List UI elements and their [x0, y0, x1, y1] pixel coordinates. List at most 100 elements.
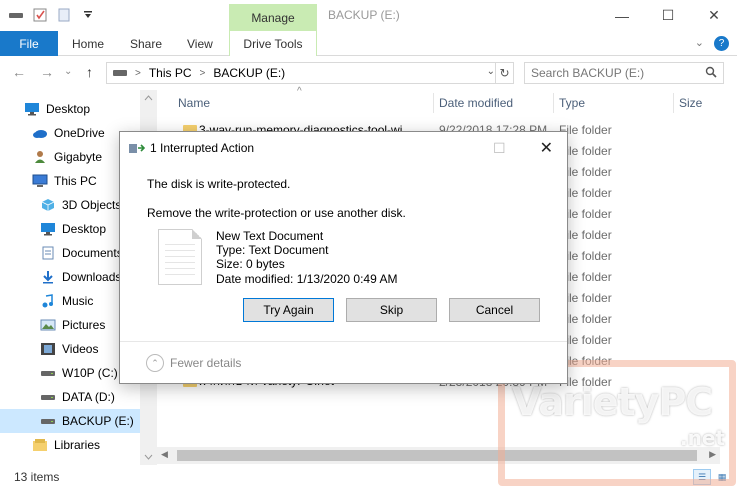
fewer-details-label: Fewer details [170, 356, 242, 370]
dialog-message: The disk is write-protected. [147, 177, 291, 191]
file-name: New Text Document [216, 229, 324, 243]
properties-quick-icon[interactable] [32, 7, 48, 23]
video-icon [40, 342, 56, 356]
ribbon-collapse-icon[interactable]: ⌄ [695, 36, 704, 51]
sidebar-item-label: W10P (C:) [62, 366, 118, 380]
document-icon [40, 246, 56, 260]
title-bar: Manage BACKUP (E:) — ☐ ✕ [0, 0, 737, 31]
sidebar-item[interactable]: DATA (D:) [0, 385, 140, 409]
sidebar-item[interactable]: Desktop [0, 97, 140, 121]
drive-quick-icon[interactable] [8, 7, 24, 23]
maximize-button[interactable]: ☐ [645, 0, 691, 31]
sidebar-item-label: Pictures [62, 318, 106, 332]
search-icon [705, 66, 717, 81]
customize-qat-icon[interactable] [80, 7, 96, 23]
address-dropdown-icon[interactable]: ⌄ [487, 66, 495, 77]
desktop-icon [24, 102, 40, 116]
up-button[interactable]: ↑ [86, 64, 93, 80]
breadcrumb-separator[interactable]: > [135, 68, 141, 79]
watermark-suffix: .net [680, 426, 725, 450]
column-divider[interactable] [553, 93, 554, 113]
sidebar-item-label: Desktop [46, 102, 91, 116]
window-title: BACKUP (E:) [328, 8, 400, 22]
sidebar-item-label: Gigabyte [54, 150, 103, 164]
search-box[interactable]: Search BACKUP (E:) [524, 62, 724, 84]
breadcrumb-this-pc[interactable]: This PC [149, 66, 192, 80]
quick-access-toolbar [8, 7, 96, 23]
sidebar-item[interactable]: BACKUP (E:) [0, 409, 140, 433]
tab-view[interactable]: View [175, 31, 225, 56]
window-controls: — ☐ ✕ [599, 0, 737, 31]
file-type: Type: Text Document [216, 243, 329, 257]
try-again-button[interactable]: Try Again [243, 298, 334, 322]
library-icon [32, 438, 48, 452]
cloud-icon [32, 126, 48, 140]
copy-action-icon [129, 142, 146, 154]
file-date-modified: Date modified: 1/13/2020 0:49 AM [216, 272, 398, 286]
sidebar-item[interactable]: Libraries [0, 433, 140, 457]
ribbon-tabs: File Home Share View Drive Tools ⌄ ? [0, 31, 737, 56]
desktop-icon [40, 222, 56, 236]
item-count: 13 items [14, 470, 60, 484]
dialog-divider [120, 341, 567, 342]
close-button[interactable]: ✕ [691, 0, 737, 31]
sidebar-item-label: Desktop [62, 222, 107, 236]
music-icon [40, 294, 56, 308]
dialog-close-button[interactable]: ✕ [540, 138, 553, 158]
sidebar-item-label: Libraries [54, 438, 101, 452]
scroll-left-icon[interactable]: ◀ [161, 449, 168, 460]
picture-icon [40, 318, 56, 332]
watermark-logo: VarietyPC [512, 380, 713, 424]
interrupted-action-dialog: 1 Interrupted Action ☐ ✕ The disk is wri… [119, 131, 568, 384]
download-icon [40, 270, 56, 284]
column-divider[interactable] [673, 93, 674, 113]
refresh-button[interactable]: ↻ [495, 63, 513, 83]
skip-button[interactable]: Skip [346, 298, 437, 322]
manage-tab-header[interactable]: Manage [229, 4, 317, 31]
dialog-instruction: Remove the write-protection or use anoth… [147, 206, 406, 220]
column-header-size[interactable]: Size [679, 90, 702, 116]
sort-arrow-icon: ^ [297, 86, 302, 97]
back-button[interactable]: ← [12, 64, 26, 80]
file-size: Size: 0 bytes [216, 257, 285, 271]
column-header-name[interactable]: Name [178, 90, 210, 116]
tab-file[interactable]: File [0, 31, 58, 56]
sidebar-item-label: Videos [62, 342, 99, 356]
address-bar[interactable]: > This PC > BACKUP (E:) ⌄ ↻ [106, 62, 514, 84]
dialog-maximize-button[interactable]: ☐ [493, 140, 506, 157]
sidebar-item-label: Music [62, 294, 94, 308]
text-document-icon [158, 229, 202, 285]
minimize-button[interactable]: — [599, 0, 645, 31]
chevron-up-icon: ⌃ [146, 354, 164, 372]
fewer-details-toggle[interactable]: ⌃ Fewer details [146, 354, 241, 372]
tab-home[interactable]: Home [60, 31, 116, 56]
recent-locations-icon[interactable]: ⌄ [64, 66, 72, 77]
sidebar-item-label: OneDrive [54, 126, 105, 140]
sidebar-item-label: DATA (D:) [62, 390, 115, 404]
column-header-date[interactable]: Date modified [439, 90, 513, 116]
drive-icon [40, 414, 56, 428]
help-icon[interactable]: ? [714, 36, 729, 51]
user-icon [32, 150, 48, 164]
drive-icon [40, 390, 56, 404]
computer-icon [32, 174, 48, 188]
drive-icon [40, 366, 56, 380]
sidebar-item-label: 3D Objects [62, 198, 122, 212]
ribbon-right-controls: ⌄ ? [695, 36, 729, 51]
new-folder-quick-icon[interactable] [56, 7, 72, 23]
forward-button[interactable]: → [40, 64, 54, 80]
cube-icon [40, 198, 56, 212]
breadcrumb-backup[interactable]: BACKUP (E:) [213, 66, 285, 80]
navigation-bar: ← → ⌄ ↑ > This PC > BACKUP (E:) ⌄ ↻ Sear… [0, 56, 737, 90]
tab-drive-tools[interactable]: Drive Tools [229, 31, 317, 56]
cancel-button[interactable]: Cancel [449, 298, 540, 322]
sidebar-item-label: BACKUP (E:) [62, 414, 134, 428]
column-divider[interactable] [433, 93, 434, 113]
sidebar-item-label: Documents [62, 246, 123, 260]
tab-share[interactable]: Share [118, 31, 174, 56]
sidebar-item-label: Downloads [62, 270, 122, 284]
sidebar-item-label: This PC [54, 174, 97, 188]
column-header-type[interactable]: Type [559, 90, 585, 116]
breadcrumb-separator[interactable]: > [200, 68, 206, 79]
drive-icon [113, 70, 127, 76]
